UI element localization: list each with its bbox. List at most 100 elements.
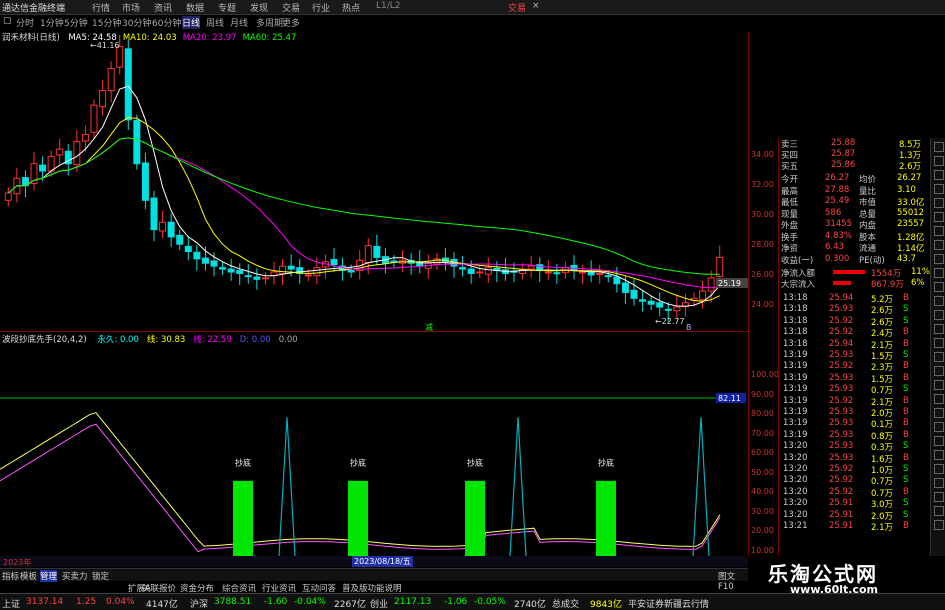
index-pct: -0.05%	[474, 597, 506, 607]
trade-tick-row: 13:19 25.93 1.5万 S	[783, 350, 909, 362]
side-tool-icon[interactable]	[934, 436, 944, 446]
indicator-tick: 50.00	[751, 467, 774, 477]
side-tool-icon[interactable]	[934, 408, 944, 418]
menu-item-trade[interactable]: 交易	[282, 1, 300, 14]
menu-item-market[interactable]: 市场	[122, 1, 140, 14]
side-tool-icon[interactable]	[934, 226, 944, 236]
index-name[interactable]: 沪深	[190, 597, 208, 610]
layout-icon[interactable]: ▢	[3, 16, 12, 26]
trade-button[interactable]: 交易	[508, 1, 526, 14]
side-tool-icon[interactable]	[934, 254, 944, 264]
side-tool-icon[interactable]	[934, 324, 944, 334]
candle-body	[210, 260, 218, 267]
side-tool-icon[interactable]	[934, 520, 944, 530]
indicator-tick: 70.00	[751, 428, 774, 438]
candle-body	[347, 270, 355, 273]
side-tool-icon[interactable]	[934, 240, 944, 250]
side-tool-icon[interactable]	[934, 506, 944, 516]
period-tab[interactable]: 15分钟	[92, 16, 121, 29]
quote-stat-row: 外盘 31455 内盘 23557	[781, 219, 925, 231]
side-tool-icon[interactable]	[934, 198, 944, 208]
index-name[interactable]: 创业	[370, 597, 388, 610]
side-tool-icon[interactable]	[934, 492, 944, 502]
period-tab[interactable]: 日线	[182, 16, 201, 29]
period-tab[interactable]: 月线	[230, 16, 248, 29]
side-tool-icon[interactable]	[934, 338, 944, 348]
candle-body	[4, 192, 12, 201]
index-name[interactable]: 上证	[2, 597, 20, 610]
side-tool-icon[interactable]	[934, 366, 944, 376]
year-label: 2023年	[3, 558, 32, 567]
side-tool-icon[interactable]	[934, 478, 944, 488]
menu-item-discover[interactable]: 发现	[250, 1, 268, 14]
candle-body	[647, 300, 655, 305]
period-tab[interactable]: 30分钟	[122, 16, 151, 29]
period-tab[interactable]: 多周期	[256, 16, 283, 29]
trade-tick-row: 13:19 25.93 0.1万 B	[783, 418, 909, 431]
bottom-tab[interactable]: 管理	[40, 570, 58, 582]
bottom-tab[interactable]: 买卖力	[62, 570, 88, 582]
candle-body	[304, 274, 312, 277]
quote-stat-row: 最低 25.49 市值 33.0亿	[781, 196, 925, 208]
side-tool-icon[interactable]	[934, 464, 944, 474]
period-tab[interactable]: 分时	[16, 16, 34, 29]
bottom-tab[interactable]: 指标	[2, 570, 19, 582]
menu-item-hot[interactable]: 热点	[342, 1, 360, 14]
candle-body	[236, 270, 244, 274]
candle-body	[587, 271, 595, 276]
menu-item-quotes[interactable]: 行情	[92, 1, 110, 14]
candle-body	[330, 259, 338, 266]
side-tool-icon[interactable]	[934, 268, 944, 278]
side-tool-icon[interactable]	[934, 422, 944, 432]
trade-tick-row: 13:20 25.91 3.0万 S	[783, 498, 909, 511]
bottom-tab-bar: 指标 模板 管理 买卖力 锁定 扩展A 关联报价 资金分布 综合资讯 行业资讯 互动问答 普及版功能说…	[0, 568, 748, 594]
indicator-tick: 20.00	[751, 526, 774, 535]
side-tool-icon[interactable]	[934, 282, 944, 292]
side-tool-icon[interactable]	[934, 156, 944, 166]
high-annotation: ←41.16	[90, 41, 120, 50]
bottom-tab[interactable]: 模板	[20, 570, 37, 582]
indicator-chart[interactable]: 抄底 抄底 抄底 抄底 82.11	[0, 344, 748, 556]
side-tool-icon[interactable]	[934, 212, 944, 222]
date-axis: 2023年 2023/08/18/五	[0, 556, 748, 567]
period-tab[interactable]: 更多	[282, 16, 300, 29]
side-toolbar[interactable]	[930, 138, 945, 558]
side-tool-icon[interactable]	[934, 380, 944, 390]
bottom-tab[interactable]: 锁定	[92, 570, 109, 582]
side-tool-icon[interactable]	[934, 184, 944, 194]
menu-item-industry[interactable]: 行业	[312, 1, 330, 14]
total-volume-label: 总成交	[552, 600, 580, 610]
side-tool-icon[interactable]	[934, 310, 944, 320]
period-tab[interactable]: 5分钟	[64, 16, 88, 29]
index-change: -1.06	[444, 597, 468, 607]
price-tick: 24.00	[751, 300, 774, 309]
side-tool-icon[interactable]	[934, 296, 944, 306]
bottom-signal-bar	[348, 480, 368, 556]
side-tool-icon[interactable]	[934, 352, 944, 362]
side-tool-icon[interactable]	[934, 394, 944, 404]
menu-item-news[interactable]: 资讯	[154, 1, 172, 14]
close-icon[interactable]: ×	[532, 1, 540, 11]
side-tool-icon[interactable]	[934, 170, 944, 180]
candlestick-chart[interactable]: ←41.16←22.77减 B25.19	[0, 32, 748, 332]
candle-body	[90, 104, 98, 133]
side-tool-icon[interactable]	[934, 450, 944, 460]
candle-body	[313, 267, 321, 277]
side-tool-icon[interactable]	[934, 142, 944, 152]
candle-body	[716, 256, 724, 277]
candle-body	[613, 276, 621, 285]
candle-body	[673, 306, 681, 312]
app-title: 通达信金融终端	[2, 4, 66, 14]
period-tab[interactable]: 周线	[206, 16, 224, 29]
period-tab[interactable]: 60分钟	[152, 16, 181, 29]
candle-body	[219, 267, 227, 270]
total-volume: 9843亿	[590, 600, 622, 610]
menu-item-topics[interactable]: 专题	[218, 1, 236, 14]
candle-body	[56, 148, 64, 156]
menu-item-data[interactable]: 数据	[186, 1, 204, 14]
period-tab[interactable]: 1分钟	[40, 16, 64, 29]
candle-body	[107, 68, 115, 92]
price-tick: 28.00	[751, 240, 774, 249]
index-amount: 2267亿	[334, 600, 366, 610]
f10-button[interactable]: 图文 F10	[718, 570, 748, 592]
